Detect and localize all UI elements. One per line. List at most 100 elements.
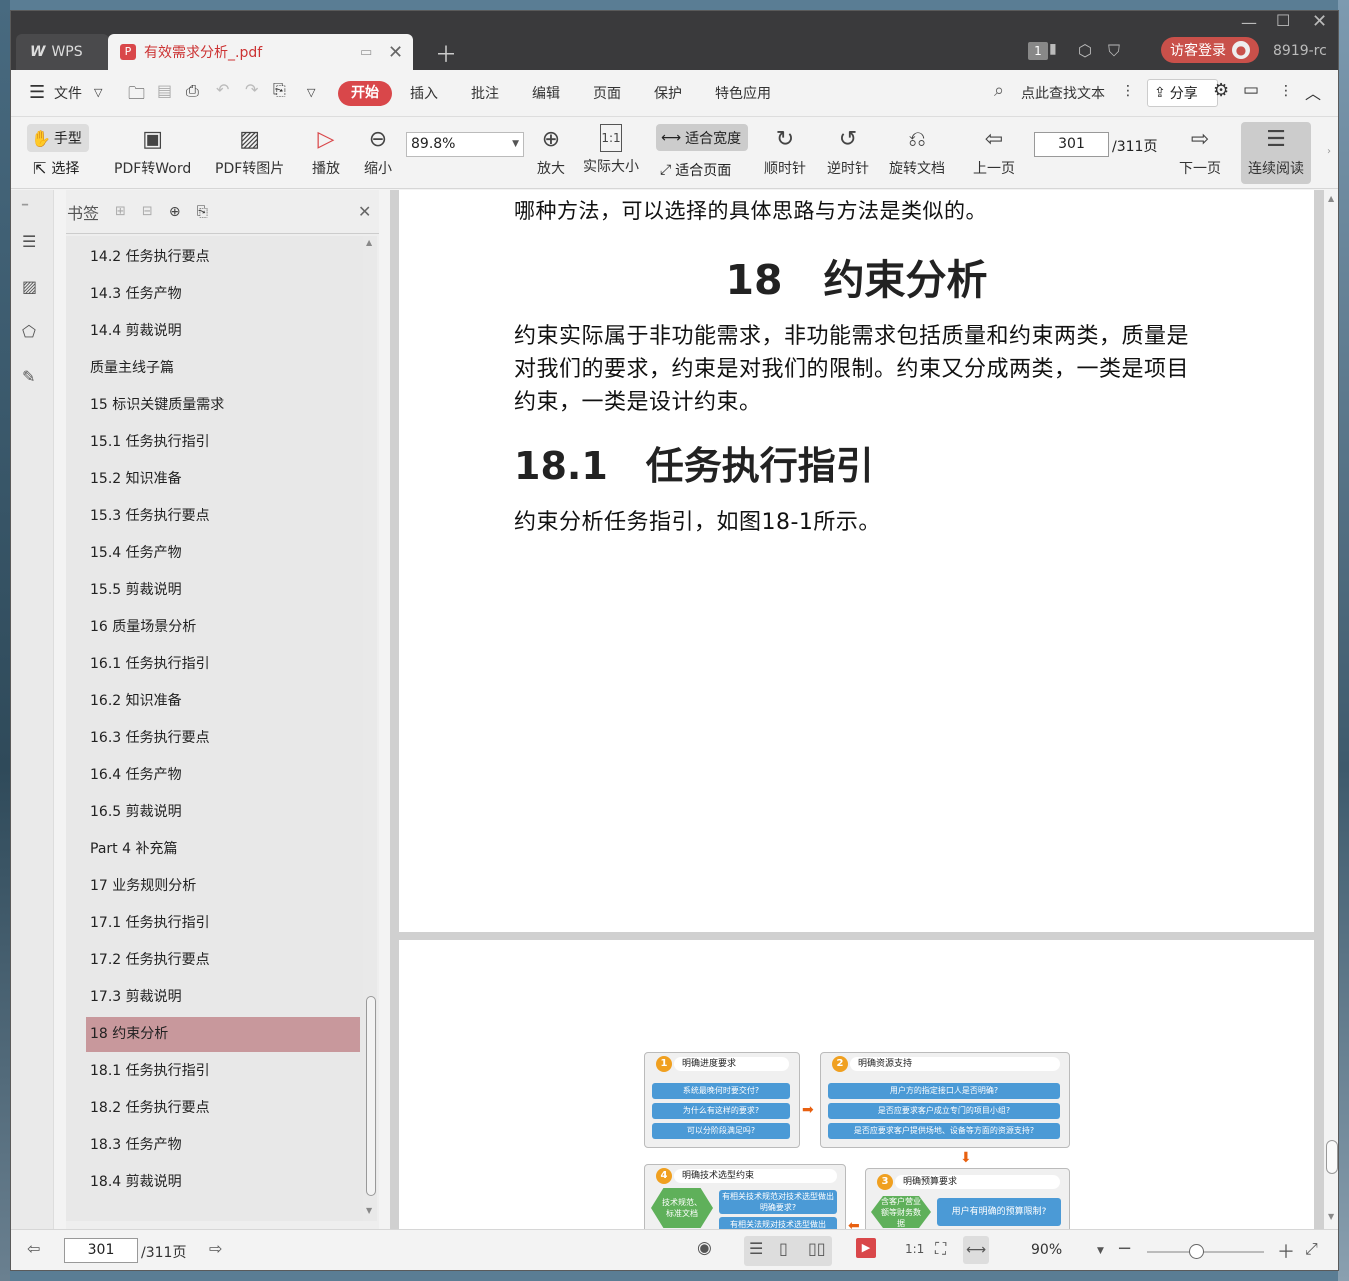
share-button[interactable]: ⇪ 分享 [1147,79,1218,107]
bookmark-scrollbar[interactable]: ▲ ▼ [363,236,377,1221]
bookmark-item[interactable]: 17.1 任务执行指引 [86,906,360,941]
scroll-down-icon[interactable]: ▼ [1328,1212,1334,1221]
comment-icon[interactable]: ▭ [1243,80,1259,100]
bookmark-item[interactable]: 17.2 任务执行要点 [86,943,360,978]
bookmark-item[interactable]: 18.2 任务执行要点 [86,1091,360,1126]
zoom-select[interactable]: 89.8% ▼ [406,132,524,157]
new-tab-icon[interactable]: ＋ [435,37,457,69]
bookmark-item[interactable]: 16.2 知识准备 [86,684,360,719]
bookmark-item[interactable]: 18.4 剪裁说明 [86,1165,360,1200]
continuous-view-icon[interactable]: ☰ [749,1239,763,1258]
tab-document[interactable]: P 有效需求分析_.pdf ▭ ✕ [108,34,413,70]
expand-all-icon[interactable]: ⊞ [115,204,126,219]
bookmark-item[interactable]: 18.1 任务执行指引 [86,1054,360,1089]
document-scrollbar[interactable]: ▲ ▼ [1324,190,1338,1229]
close-tab-icon[interactable]: ✕ [388,42,403,63]
menu-start[interactable]: 开始 [338,81,392,106]
document-view[interactable]: 哪种方法，可以选择的具体思路与方法是类似的。 18 约束分析 约束实际属于非功能… [390,190,1324,1229]
bookmark-item[interactable]: 17.3 剪裁说明 [86,980,360,1015]
bookmark-item[interactable]: 15.2 知识准备 [86,462,360,497]
select-tool-button[interactable]: ⇱ 选择 [33,158,79,178]
more-dropdown-icon[interactable]: ▽ [307,86,315,99]
scroll-up-icon[interactable]: ▲ [366,238,372,247]
signature-icon[interactable]: ✎ [22,367,42,387]
bookmark-item[interactable]: 15 标识关键质量需求 [86,388,360,423]
close-panel-icon[interactable]: ✕ [358,202,371,221]
tab-wps[interactable]: W WPS [16,34,109,70]
rotate-document-button[interactable]: ⎌ 旋转文档 [889,124,945,178]
open-folder-icon[interactable]: 🗀 [128,81,145,110]
menu-edit[interactable]: 编辑 [532,83,560,103]
bookmark-item[interactable]: 16 质量场景分析 [86,610,360,645]
zoom-in-button[interactable]: ⊕ 放大 [536,124,566,178]
shirt-icon[interactable]: ⛉ [1108,41,1120,61]
pdf-to-image-button[interactable]: ▨ PDF转图片 [215,124,284,178]
fit-width-button[interactable]: ⟷ 适合宽度 [656,124,748,151]
fit-page-button[interactable]: ⤢ 适合页面 [660,160,731,180]
menu-features[interactable]: 特色应用 [715,83,771,103]
outline-icon[interactable]: ☰ [22,232,42,252]
bookmark-item[interactable]: 14.2 任务执行要点 [86,240,360,275]
grid-icon[interactable]: ▮ [1049,41,1057,57]
bookmark-item[interactable]: 15.3 任务执行要点 [86,499,360,534]
rotate-cw-button[interactable]: ↻ 顺时针 [764,124,806,178]
next-page-button[interactable]: ⇨ 下一页 [1179,124,1221,178]
pdf-to-word-button[interactable]: ▣ PDF转Word [114,124,191,178]
collapse-all-icon[interactable]: ⊟ [142,204,153,219]
chevron-right-icon[interactable]: › [1327,146,1331,157]
bookmark-item[interactable]: 16.5 剪裁说明 [86,795,360,830]
zoom-slider-thumb[interactable] [1189,1244,1204,1259]
actual-size-icon[interactable]: 1:1 [905,1242,924,1256]
hand-tool-button[interactable]: ✋ 手型 [27,124,89,152]
bookmark-item[interactable]: 17 业务规则分析 [86,869,360,904]
bookmark-icon[interactable]: ⎘ [197,204,208,220]
play-icon[interactable]: ▶ [856,1238,876,1258]
settings-icon[interactable]: ⚙ [1213,80,1229,101]
bookmark-item[interactable]: 16.4 任务产物 [86,758,360,793]
more-options-icon[interactable]: ⋮ [1279,83,1293,99]
prev-page-icon[interactable]: ⇦ [27,1239,40,1258]
bookmark-item[interactable]: 16.1 任务执行指引 [86,647,360,682]
tag-icon[interactable]: ⬠ [22,322,42,342]
play-button[interactable]: ▷ 播放 [311,124,341,178]
page-input[interactable]: 301 [1034,132,1109,157]
redo-icon[interactable]: ↷ [245,80,258,99]
bookmark-item[interactable]: 16.3 任务执行要点 [86,721,360,756]
bookmark-item[interactable]: 14.3 任务产物 [86,277,360,312]
save-icon[interactable]: ▤ [157,81,172,100]
image-icon[interactable]: ▨ [22,277,42,297]
print-icon[interactable]: ⎙ [186,81,199,101]
two-page-icon[interactable]: ▯▯ [808,1239,826,1258]
scroll-down-icon[interactable]: ▼ [366,1206,372,1215]
next-page-icon[interactable]: ⇨ [209,1239,222,1258]
bookmark-item[interactable]: 15.5 剪裁说明 [86,573,360,608]
more-vertical-icon[interactable]: ⋮ [1121,83,1135,99]
zoom-out-button[interactable]: ⊖ 缩小 [363,124,393,178]
menu-file[interactable]: 文件 [54,83,82,103]
login-button[interactable]: 访客登录 ● [1161,37,1259,63]
document-scroll-thumb[interactable] [1326,1140,1338,1174]
close-window-icon[interactable]: ✕ [1312,11,1327,32]
scroll-up-icon[interactable]: ▲ [1328,194,1334,203]
bookmark-item[interactable]: 质量主线子篇 [86,351,360,386]
single-page-icon[interactable]: ▯ [779,1239,788,1258]
bookmark-item[interactable]: 18.3 任务产物 [86,1128,360,1163]
menu-page[interactable]: 页面 [593,83,621,103]
zoom-dropdown-icon[interactable]: ▼ [1097,1246,1104,1256]
actual-size-button[interactable]: 1:1 实际大小 [583,124,639,176]
rotate-ccw-button[interactable]: ↺ 逆时针 [827,124,869,178]
chevron-down-icon[interactable]: ▽ [94,86,102,99]
zoom-level[interactable]: 90% [1031,1242,1062,1258]
search-text[interactable]: 点此查找文本 [1021,83,1105,103]
eye-icon[interactable]: ◉ [697,1238,712,1258]
pin-icon[interactable]: ▭ [360,45,372,60]
menu-annotate[interactable]: 批注 [471,83,499,103]
search-icon[interactable]: ⌕ [994,80,1004,101]
bookmark-scroll-thumb[interactable] [366,996,376,1196]
status-page-input[interactable]: 301 [64,1238,138,1263]
undo-icon[interactable]: ↶ [216,80,229,99]
minimize-icon[interactable]: — [1241,13,1257,32]
export-icon[interactable]: ⎘ [273,80,286,100]
bookmark-item[interactable]: Part 4 补充篇 [86,832,360,867]
bookmark-item[interactable]: 18 约束分析 [86,1017,360,1052]
